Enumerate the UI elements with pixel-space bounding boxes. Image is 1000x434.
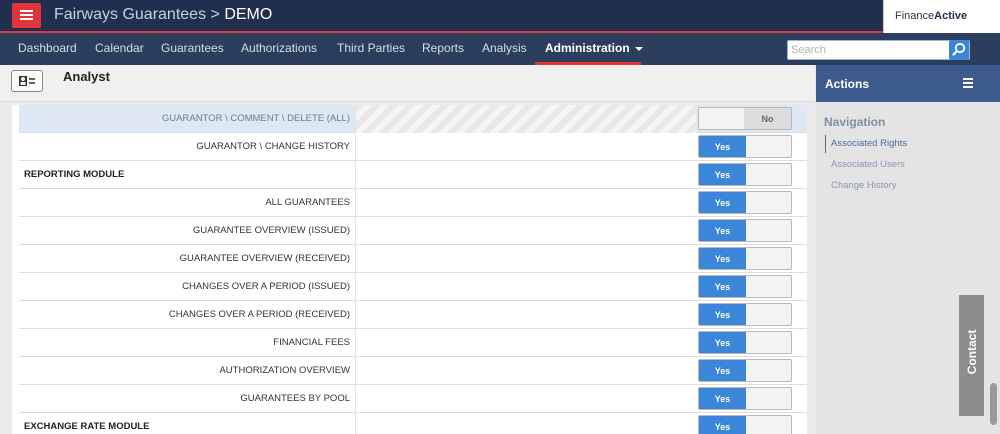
right-value-cell [355, 161, 696, 189]
active-link-indicator [825, 135, 826, 153]
right-value-cell [355, 329, 696, 357]
nav-authorizations[interactable]: Authorizations [241, 41, 317, 55]
top-bar: Fairways Guarantees > DEMO FinanceActive [0, 0, 1000, 33]
right-toggle[interactable]: Yes [698, 387, 792, 410]
nav-calendar[interactable]: Calendar [95, 41, 144, 55]
search-input[interactable] [791, 43, 941, 57]
table-row: GUARANTEE OVERVIEW (RECEIVED) Yes [19, 245, 807, 273]
right-value-cell [355, 105, 696, 133]
main-panel: Analyst GUARANTOR \ COMMENT \ DELETE (AL… [0, 65, 815, 434]
breadcrumb-separator: > [210, 6, 220, 23]
nav-administration[interactable]: Administration [545, 41, 644, 55]
id-card-icon [11, 70, 43, 92]
right-toggle[interactable]: Yes [698, 331, 792, 354]
table-row: GUARANTOR \ CHANGE HISTORY Yes [19, 133, 807, 161]
right-toggle[interactable]: Yes [698, 135, 792, 158]
actions-title: Actions [825, 77, 870, 91]
right-label: GUARANTEES BY POOL [240, 393, 350, 404]
app-name: Fairways Guarantees [54, 6, 207, 23]
right-label: GUARANTEE OVERVIEW (ISSUED) [192, 225, 350, 236]
right-label: AUTHORIZATION OVERVIEW [219, 365, 350, 376]
right-label: GUARANTOR \ COMMENT \ DELETE (ALL) [161, 113, 350, 124]
right-toggle[interactable]: Yes [698, 303, 792, 326]
hamburger-menu-button[interactable] [12, 3, 41, 28]
table-row: CHANGES OVER A PERIOD (RECEIVED) Yes [19, 301, 807, 329]
nav-guarantees[interactable]: Guarantees [161, 41, 224, 55]
right-toggle[interactable]: Yes [698, 359, 792, 382]
right-value-cell [355, 245, 696, 273]
right-value-cell [355, 217, 696, 245]
sidebar-link-change-history[interactable]: Change History [831, 180, 896, 191]
menu-icon-line [20, 10, 33, 12]
navigation-title: Navigation [824, 115, 886, 129]
right-toggle[interactable]: Yes [698, 191, 792, 214]
right-toggle[interactable]: Yes [698, 415, 792, 434]
list-menu-icon[interactable] [963, 78, 973, 88]
section-label: REPORTING MODULE [24, 169, 125, 180]
nav-reports[interactable]: Reports [422, 41, 464, 55]
right-label: CHANGES OVER A PERIOD (ISSUED) [182, 281, 350, 292]
right-value-cell [355, 273, 696, 301]
brand-logo: FinanceActive [883, 0, 1000, 33]
right-label: ALL GUARANTEES [265, 197, 350, 208]
sidebar-link-associated-users[interactable]: Associated Users [831, 159, 905, 170]
right-label: GUARANTOR \ CHANGE HISTORY [196, 141, 350, 152]
right-label: FINANCIAL FEES [273, 337, 350, 348]
context-name: DEMO [224, 6, 273, 23]
main-nav: Dashboard Calendar Guarantees Authorizat… [0, 33, 1000, 65]
right-value-cell [355, 413, 696, 434]
search-box [787, 40, 970, 60]
right-toggle[interactable]: Yes [698, 219, 792, 242]
role-header: Analyst [0, 65, 815, 102]
menu-icon-line [20, 18, 33, 20]
right-value-cell [355, 357, 696, 385]
right-toggle[interactable]: Yes [698, 163, 792, 186]
actions-header: Actions [816, 65, 1000, 102]
right-value-cell [355, 301, 696, 329]
table-row: REPORTING MODULE Yes [19, 161, 807, 189]
table-row: CHANGES OVER A PERIOD (ISSUED) Yes [19, 273, 807, 301]
right-toggle[interactable]: No [698, 107, 792, 130]
right-value-cell [355, 189, 696, 217]
menu-icon-line [20, 14, 33, 16]
nav-dashboard[interactable]: Dashboard [18, 41, 77, 55]
search-icon [952, 42, 966, 56]
contact-label: Contact [965, 329, 979, 375]
right-value-cell [355, 133, 696, 161]
sidebar-link-associated-rights[interactable]: Associated Rights [831, 138, 907, 149]
table-row: GUARANTOR \ COMMENT \ DELETE (ALL) No [19, 105, 807, 133]
nav-analysis[interactable]: Analysis [482, 41, 527, 55]
table-row: AUTHORIZATION OVERVIEW Yes [19, 357, 807, 385]
table-row: FINANCIAL FEES Yes [19, 329, 807, 357]
section-label: EXCHANGE RATE MODULE [24, 421, 150, 432]
role-title: Analyst [63, 69, 110, 84]
caret-down-icon [635, 46, 644, 51]
nav-third-parties[interactable]: Third Parties [337, 41, 405, 55]
search-button[interactable] [949, 40, 969, 60]
right-toggle[interactable]: Yes [698, 275, 792, 298]
right-value-cell [355, 385, 696, 413]
app-title: Fairways Guarantees > DEMO [54, 6, 272, 24]
right-label: GUARANTEE OVERVIEW (RECEIVED) [179, 253, 350, 264]
contact-tab[interactable]: Contact [959, 295, 984, 416]
table-row: GUARANTEE OVERVIEW (ISSUED) Yes [19, 217, 807, 245]
rights-table: GUARANTOR \ COMMENT \ DELETE (ALL) No GU… [12, 105, 807, 434]
right-label: CHANGES OVER A PERIOD (RECEIVED) [168, 309, 350, 320]
right-toggle[interactable]: Yes [698, 247, 792, 270]
table-row: ALL GUARANTEES Yes [19, 189, 807, 217]
scrollbar-thumb[interactable] [990, 383, 997, 425]
table-row: GUARANTEES BY POOL Yes [19, 385, 807, 413]
table-row: EXCHANGE RATE MODULE Yes [19, 413, 807, 434]
